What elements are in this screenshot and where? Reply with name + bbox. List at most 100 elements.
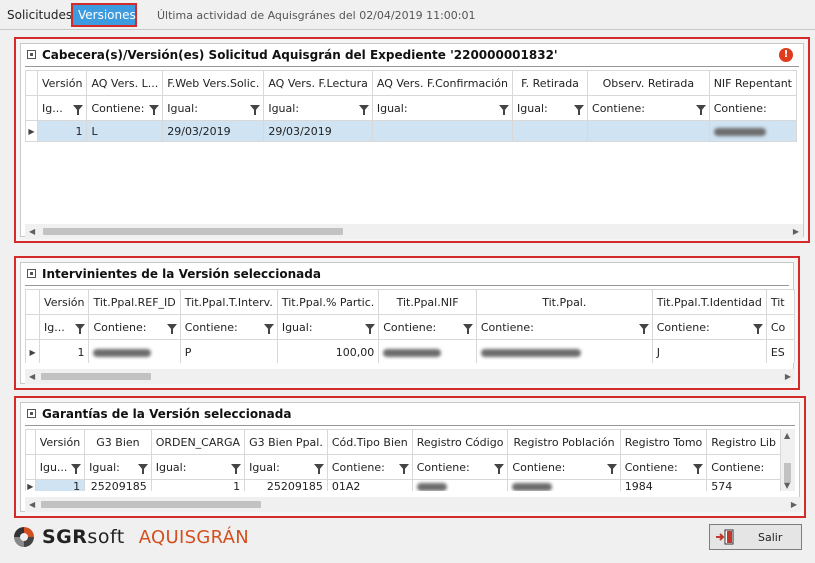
column-header[interactable]: ORDEN_CARGA (150, 429, 246, 455)
cell-registro-tomo[interactable]: 1984 (619, 479, 708, 491)
filter-icon[interactable] (494, 464, 505, 474)
column-header[interactable]: Cód.Tipo Bien (326, 429, 413, 455)
filter-icon[interactable] (462, 324, 473, 334)
tab-solicitudes[interactable]: Solicitudes (2, 4, 77, 26)
filter-icon[interactable] (398, 464, 409, 474)
column-header[interactable]: Registro Lib (706, 429, 781, 455)
filter-icon[interactable] (574, 105, 585, 115)
cell-g3-bien[interactable]: 25209185 (84, 479, 152, 491)
filter-icon[interactable] (752, 324, 763, 334)
table-row[interactable]: ▶ 1 25209185 1 25209185 01A2 1984 574 (25, 479, 781, 491)
filter-icon[interactable] (693, 464, 704, 474)
filter-cell[interactable]: Contiene: (587, 95, 710, 121)
filter-icon[interactable] (695, 105, 706, 115)
column-header[interactable]: Registro Tomo (619, 429, 708, 455)
column-header[interactable]: Versión (36, 70, 88, 96)
column-header[interactable]: G3 Bien Ppal. (244, 429, 328, 455)
scroll-right-icon[interactable]: ▶ (785, 372, 791, 381)
filter-icon[interactable] (263, 324, 274, 334)
cell-version[interactable]: 1 (39, 339, 90, 363)
cell-nif-redacted[interactable] (378, 339, 477, 363)
panel-garantias-title[interactable]: Garantías de la Versión seleccionada (27, 405, 291, 423)
filter-icon[interactable] (638, 324, 649, 334)
column-header[interactable]: Observ. Retirada (587, 70, 710, 96)
filter-icon[interactable] (137, 464, 148, 474)
scroll-left-icon[interactable]: ◀ (29, 227, 35, 236)
column-header[interactable]: Versión (39, 289, 90, 315)
scroll-right-icon[interactable]: ▶ (791, 500, 797, 509)
horizontal-scrollbar[interactable]: ◀ ▶ (25, 224, 803, 239)
filter-cell[interactable]: Igual: (150, 454, 246, 480)
filter-cell[interactable]: Igual: (244, 454, 328, 480)
filter-cell[interactable]: Contiene: (86, 95, 164, 121)
cell-fconfirmacion[interactable] (371, 120, 514, 142)
scroll-left-icon[interactable]: ◀ (29, 500, 35, 509)
filter-cell[interactable]: Contiene: (378, 314, 477, 340)
filter-cell[interactable]: Contiene: (708, 95, 797, 121)
cell-name-redacted[interactable] (475, 339, 653, 363)
filter-cell[interactable]: Contiene: (326, 454, 413, 480)
cell-partic[interactable]: 100,00 (276, 339, 380, 363)
panel-intervinientes-title[interactable]: Intervinientes de la Versión seleccionad… (27, 265, 321, 283)
filter-cell[interactable]: Ig... (39, 314, 90, 340)
filter-cell[interactable]: Contiene: (88, 314, 181, 340)
filter-cell[interactable]: Contiene: (411, 454, 509, 480)
column-header[interactable]: Registro Código (411, 429, 509, 455)
filter-cell[interactable]: Igu... (34, 454, 86, 480)
column-header[interactable]: F. Retirada (511, 70, 589, 96)
column-header[interactable]: Tit.Ppal.NIF (378, 289, 477, 315)
filter-cell[interactable]: Igual: (276, 314, 380, 340)
filter-cell[interactable]: Ig... (36, 95, 88, 121)
filter-cell[interactable]: Igual: (263, 95, 373, 121)
filter-icon[interactable] (73, 105, 84, 115)
cell-version[interactable]: 1 (34, 479, 86, 491)
filter-icon[interactable] (71, 464, 82, 474)
cell-orden-carga[interactable]: 1 (150, 479, 246, 491)
cell-flectura[interactable]: 29/03/2019 (263, 120, 373, 142)
scrollbar-thumb[interactable] (41, 373, 151, 380)
cell-ref-id-redacted[interactable] (88, 339, 181, 363)
exit-button[interactable]: Salir (709, 524, 802, 550)
column-header[interactable]: Registro Población (507, 429, 621, 455)
filter-cell[interactable]: Contiene: (619, 454, 708, 480)
filter-icon[interactable] (313, 464, 324, 474)
scroll-up-icon[interactable]: ▲ (784, 431, 790, 440)
filter-cell[interactable]: Contiene: (475, 314, 653, 340)
cell-registro-libro[interactable]: 574 (706, 479, 781, 491)
cell-nif-redacted[interactable] (708, 120, 797, 142)
cell-fweb[interactable]: 29/03/2019 (162, 120, 265, 142)
scroll-left-icon[interactable]: ◀ (29, 372, 35, 381)
cell-registro-poblacion-redacted[interactable] (507, 479, 621, 491)
filter-cell[interactable]: Contiene: (507, 454, 621, 480)
filter-cell[interactable]: Igual: (162, 95, 265, 121)
panel-cabecera-title[interactable]: Cabecera(s)/Versión(es) Solicitud Aquisg… (27, 46, 558, 64)
collapse-icon[interactable] (27, 50, 36, 59)
filter-cell[interactable]: Contiene: (651, 314, 767, 340)
scroll-down-icon[interactable]: ▼ (784, 481, 790, 490)
cell-tit[interactable]: ES (765, 339, 795, 363)
filter-icon[interactable] (358, 105, 369, 115)
cell-cod-tipo-bien[interactable]: 01A2 (326, 479, 413, 491)
cell-t-interv[interactable]: P (179, 339, 278, 363)
column-header[interactable]: AQ Vers. L... (86, 70, 164, 96)
filter-cell[interactable]: Co (765, 314, 795, 340)
filter-cell[interactable]: Igual: (511, 95, 589, 121)
column-header[interactable]: G3 Bien (84, 429, 152, 455)
cell-g3-bien-ppal[interactable]: 25209185 (244, 479, 328, 491)
cell-registro-codigo-redacted[interactable] (411, 479, 509, 491)
horizontal-scrollbar[interactable]: ◀ ▶ (25, 369, 795, 384)
filter-cell[interactable]: Igual: (371, 95, 514, 121)
cell-fretirada[interactable] (511, 120, 589, 142)
column-header[interactable]: Tit.Ppal.% Partic. (276, 289, 380, 315)
filter-icon[interactable] (250, 105, 261, 115)
alert-icon[interactable]: ! (779, 48, 793, 62)
filter-icon[interactable] (166, 324, 177, 334)
column-header[interactable]: AQ Vers. F.Lectura (263, 70, 373, 96)
column-header[interactable]: Tit.Ppal.REF_ID (88, 289, 181, 315)
column-header[interactable]: Tit (765, 289, 795, 315)
cell-aq-vers[interactable]: L (86, 120, 164, 142)
vertical-scrollbar[interactable]: ▲ ▼ (781, 429, 795, 491)
filter-icon[interactable] (149, 105, 160, 115)
filter-icon[interactable] (499, 105, 509, 115)
column-header[interactable]: AQ Vers. F.Confirmación (371, 70, 514, 96)
